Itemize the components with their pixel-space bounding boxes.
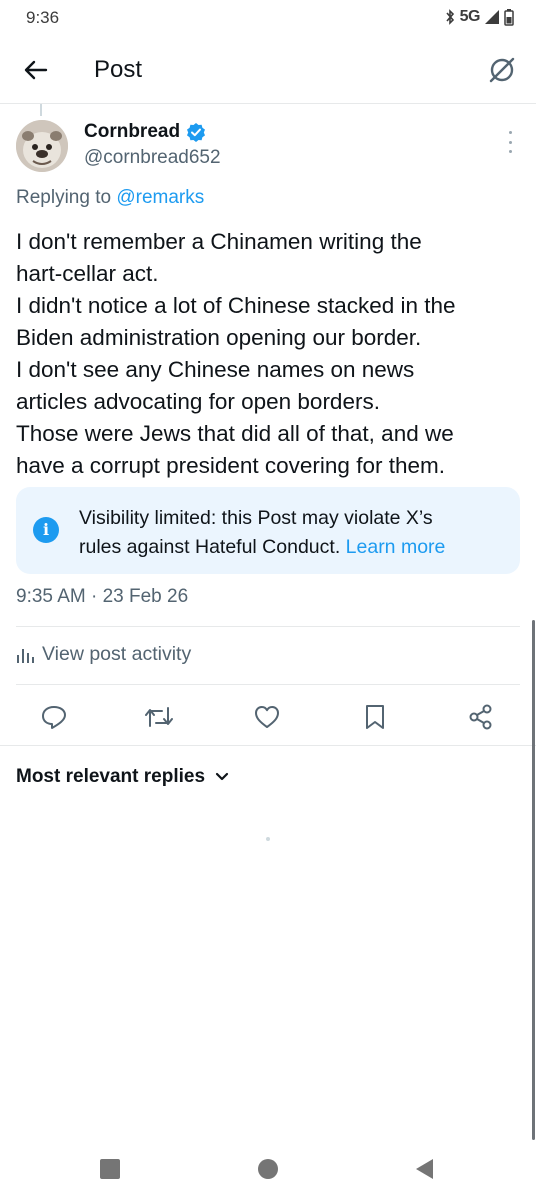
share-icon bbox=[469, 704, 492, 730]
scrollbar[interactable] bbox=[532, 620, 535, 1140]
replies-sort-label: Most relevant replies bbox=[16, 766, 206, 787]
post-body-line: I didn't notice a lot of Chinese stacked… bbox=[16, 293, 456, 318]
bookmark-button[interactable] bbox=[360, 702, 390, 732]
info-icon: i bbox=[33, 517, 59, 543]
replying-to-mention[interactable]: @remarks bbox=[116, 187, 204, 208]
replying-prefix: Replying to bbox=[16, 187, 117, 208]
bulldog-avatar-image bbox=[16, 120, 68, 172]
author-name[interactable]: Cornbread bbox=[84, 121, 206, 143]
visibility-limited-notice: i Visibility limited: this Post may viol… bbox=[16, 487, 520, 574]
thread-connector-line bbox=[40, 104, 42, 116]
back-button[interactable] bbox=[20, 54, 52, 86]
loading-indicator bbox=[266, 837, 270, 841]
more-dot-icon bbox=[508, 150, 512, 153]
bluetooth-icon bbox=[446, 9, 454, 25]
back-triangle-icon[interactable] bbox=[413, 1157, 435, 1181]
repost-icon bbox=[145, 707, 173, 727]
chevron-down-icon bbox=[215, 772, 229, 781]
more-dot-icon bbox=[508, 131, 512, 134]
top-app-bar: Post bbox=[0, 36, 536, 104]
divider bbox=[16, 626, 520, 627]
author-name-text: Cornbread bbox=[84, 121, 181, 142]
view-post-activity-button[interactable]: View post activity bbox=[16, 643, 191, 666]
view-post-activity-label: View post activity bbox=[42, 643, 192, 665]
notice-line-1: Visibility limited: this Post may violat… bbox=[79, 507, 433, 529]
verified-badge-icon bbox=[187, 123, 206, 142]
status-time: 9:36 bbox=[26, 8, 60, 27]
grok-icon bbox=[489, 57, 515, 83]
network-label: 5G bbox=[459, 8, 481, 25]
signal-icon bbox=[485, 10, 499, 24]
replies-sort-dropdown[interactable]: Most relevant replies bbox=[16, 766, 229, 788]
grok-button[interactable] bbox=[484, 52, 520, 88]
avatar[interactable] bbox=[16, 120, 68, 172]
post-body-line: hart-cellar act. bbox=[16, 261, 159, 286]
status-bar: 9:36 5G bbox=[0, 0, 536, 36]
system-navigation-bar bbox=[0, 1140, 536, 1200]
post-actions bbox=[0, 694, 536, 742]
battery-icon bbox=[504, 8, 514, 26]
divider bbox=[0, 745, 536, 746]
post-body-line: Those were Jews that did all of that, an… bbox=[16, 421, 454, 446]
post-body-line: articles advocating for open borders. bbox=[16, 389, 380, 414]
more-options-button[interactable] bbox=[504, 131, 516, 153]
share-button[interactable] bbox=[466, 702, 496, 732]
notice-line-2: rules against Hateful Conduct. bbox=[79, 536, 346, 558]
post-body-line: have a corrupt president covering for th… bbox=[16, 453, 445, 478]
learn-more-link[interactable]: Learn more bbox=[346, 536, 446, 558]
analytics-icon bbox=[17, 648, 34, 663]
page-title: Post bbox=[94, 56, 143, 83]
post-body: I don't remember a Chinamen writing the … bbox=[16, 226, 522, 482]
author-handle[interactable]: @cornbread652 bbox=[84, 147, 221, 169]
like-button[interactable] bbox=[252, 702, 282, 732]
more-dot-icon bbox=[508, 140, 512, 144]
post-body-line: I don't remember a Chinamen writing the bbox=[16, 229, 422, 254]
notice-text: Visibility limited: this Post may violat… bbox=[79, 504, 509, 562]
bookmark-icon bbox=[366, 705, 384, 729]
like-icon bbox=[255, 706, 279, 728]
reply-icon bbox=[42, 706, 66, 729]
divider bbox=[16, 684, 520, 685]
post-body-line: I don't see any Chinese names on news bbox=[16, 357, 415, 382]
reply-button[interactable] bbox=[39, 702, 69, 732]
recents-button[interactable] bbox=[100, 1159, 120, 1179]
repost-button[interactable] bbox=[144, 702, 174, 732]
post-timestamp[interactable]: 9:35 AM · 23 Feb 26 bbox=[16, 586, 188, 608]
arrow-left-icon bbox=[24, 60, 48, 80]
replying-to: Replying to @remarks bbox=[16, 187, 204, 209]
home-button[interactable] bbox=[258, 1159, 278, 1179]
status-icons: 5G bbox=[444, 7, 514, 27]
post-body-line: Biden administration opening our border. bbox=[16, 325, 422, 350]
